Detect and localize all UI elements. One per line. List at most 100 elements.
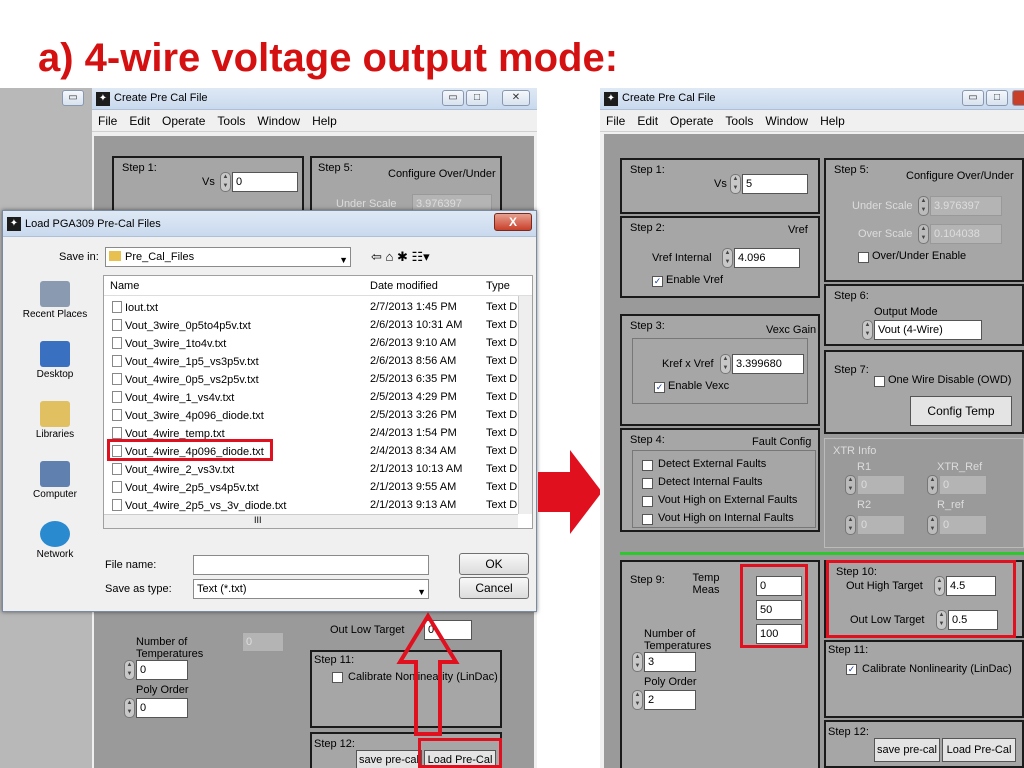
maximize-button[interactable]: □: [986, 90, 1008, 106]
r-ref-input: 0: [939, 515, 987, 535]
r2-spinner: ▲ ▼: [845, 515, 856, 535]
file-type-dropdown[interactable]: Text (*.txt) ▼: [193, 579, 429, 599]
col-date[interactable]: Date modified: [370, 280, 438, 292]
vs-input[interactable]: 5: [742, 174, 808, 194]
r-ref-spinner: ▲ ▼: [927, 515, 938, 535]
file-name-input[interactable]: [193, 555, 429, 575]
vref-spinner[interactable]: ▲ ▼: [722, 248, 733, 268]
menu-bar: File Edit Operate Tools Window Help: [92, 110, 537, 132]
file-row[interactable]: Vout_4wire_2_vs3v.txt 2/1/2013 10:13 AM Te…: [104, 460, 518, 478]
cancel-button[interactable]: Cancel: [459, 577, 529, 599]
step2-box: Step 2: Vref Vref Internal ▲ ▼ 4.096 ✓ En…: [620, 216, 820, 298]
num-temps-input[interactable]: 0: [136, 660, 188, 680]
output-mode-spinner[interactable]: ▲ ▼: [862, 320, 873, 340]
file-type: Text D: [486, 481, 518, 493]
minimize-button[interactable]: ▭: [442, 90, 464, 106]
chevron-down-icon: ▼: [339, 255, 348, 265]
enable-vexc-checkbox[interactable]: ✓: [654, 382, 665, 393]
output-mode-select[interactable]: Vout (4-Wire): [874, 320, 982, 340]
file-row[interactable]: Vout_3wire_1to4v.txt 2/6/2013 9:10 AM Text…: [104, 334, 518, 352]
ok-button[interactable]: OK: [459, 553, 529, 575]
calibrate-checkbox[interactable]: [332, 672, 343, 683]
menu-edit[interactable]: Edit: [631, 110, 664, 132]
fault-checkbox-4[interactable]: [642, 514, 653, 525]
place-network[interactable]: Network: [11, 521, 99, 577]
step7-box: Step 7: One Wire Disable (OWD) Config Te…: [824, 350, 1024, 434]
vs-spinner[interactable]: ▲ ▼: [730, 174, 741, 194]
vref-internal-input[interactable]: 4.096: [734, 248, 800, 268]
menu-tools[interactable]: Tools: [211, 110, 251, 132]
num-temps-spinner[interactable]: ▲ ▼: [632, 652, 643, 672]
place-recent[interactable]: Recent Places: [11, 281, 99, 337]
kref-spinner[interactable]: ▲ ▼: [720, 354, 731, 374]
num-temps-spinner[interactable]: ▲ ▼: [124, 660, 135, 680]
nav-toolbar-icons[interactable]: ⇦ ⌂ ✱ ☷▾: [371, 249, 430, 265]
poly-order-input[interactable]: 2: [644, 690, 696, 710]
step12-box: Step 12: save pre-cal Load Pre-Cal: [824, 720, 1024, 768]
file-row[interactable]: Vout_4wire_0p5_vs2p5v.txt 2/5/2013 6:35 P…: [104, 370, 518, 388]
col-type[interactable]: Type: [486, 280, 510, 292]
close-icon[interactable]: X: [494, 213, 532, 231]
menu-window[interactable]: Window: [251, 110, 306, 132]
file-date: 2/7/2013 1:45 PM: [370, 301, 457, 313]
file-row[interactable]: Vout_3wire_0p5to4p5v.txt 2/6/2013 10:31 A…: [104, 316, 518, 334]
menu-help[interactable]: Help: [814, 110, 851, 132]
num-temps-input[interactable]: 3: [644, 652, 696, 672]
file-type: Text D: [486, 337, 518, 349]
file-row[interactable]: Vout_4wire_2p5_vs_3v_diode.txt 2/1/2013 9…: [104, 496, 518, 514]
under-scale-input: 3.976397: [930, 196, 1002, 216]
place-libraries[interactable]: Libraries: [11, 401, 99, 457]
file-name: Iout.txt: [125, 302, 159, 314]
poly-order-spinner[interactable]: ▲ ▼: [632, 690, 643, 710]
fault-checkbox-3[interactable]: [642, 496, 653, 507]
over-under-enable-checkbox[interactable]: [858, 252, 869, 263]
up-arrow-icon: [396, 612, 460, 736]
enable-vref-checkbox[interactable]: ✓: [652, 276, 663, 287]
file-date: 2/1/2013 10:13 AM: [370, 463, 463, 475]
poly-order-input[interactable]: 0: [136, 698, 188, 718]
kref-input[interactable]: 3.399680: [732, 354, 804, 374]
place-computer[interactable]: Computer: [11, 461, 99, 517]
menu-edit[interactable]: Edit: [123, 110, 156, 132]
save-in-dropdown[interactable]: Pre_Cal_Files ▼: [105, 247, 351, 267]
file-row[interactable]: Vout_3wire_4p096_diode.txt 2/5/2013 3:26 …: [104, 406, 518, 424]
menu-file[interactable]: File: [600, 110, 631, 132]
menu-window[interactable]: Window: [759, 110, 814, 132]
menu-file[interactable]: File: [92, 110, 123, 132]
vs-spinner[interactable]: ▲ ▼: [220, 172, 231, 192]
one-wire-disable-checkbox[interactable]: [874, 376, 885, 387]
fault-checkbox-1[interactable]: [642, 460, 653, 471]
place-desktop[interactable]: Desktop: [11, 341, 99, 397]
vertical-scrollbar[interactable]: [518, 296, 532, 514]
maximize-button[interactable]: □: [466, 90, 488, 106]
save-precal-button[interactable]: save pre-cal: [874, 738, 940, 762]
close-button[interactable]: ✕: [502, 90, 530, 106]
col-name[interactable]: Name: [110, 280, 139, 292]
load-precal-button[interactable]: Load Pre-Cal: [942, 738, 1016, 762]
file-row[interactable]: Vout_4wire_1_vs4v.txt 2/5/2013 4:29 PM Tex…: [104, 388, 518, 406]
file-row[interactable]: Iout.txt 2/7/2013 1:45 PM Text D: [104, 298, 518, 316]
horizontal-scrollbar[interactable]: III: [104, 514, 518, 528]
calibrate-checkbox[interactable]: ✓: [846, 664, 857, 675]
config-temp-button[interactable]: Config Temp: [910, 396, 1012, 426]
menu-bar: File Edit Operate Tools Window Help: [600, 110, 1024, 132]
section-divider: [620, 552, 1024, 555]
step1-box: Step 1: Vs ▲ ▼ 5: [620, 158, 820, 214]
libraries-icon: [40, 401, 70, 427]
menu-operate[interactable]: Operate: [156, 110, 211, 132]
text-file-icon: [112, 301, 122, 313]
minimize-button[interactable]: ▭: [962, 90, 984, 106]
file-row[interactable]: Vout_4wire_2p5_vs4p5v.txt 2/1/2013 9:55 A…: [104, 478, 518, 496]
fault-checkbox-2[interactable]: [642, 478, 653, 489]
close-button[interactable]: [1012, 90, 1024, 106]
vs-input[interactable]: 0: [232, 172, 298, 192]
recent-places-icon: [40, 281, 70, 307]
menu-operate[interactable]: Operate: [664, 110, 719, 132]
poly-order-spinner[interactable]: ▲ ▼: [124, 698, 135, 718]
file-row[interactable]: Vout_4wire_1p5_vs3p5v.txt 2/6/2013 8:56 A…: [104, 352, 518, 370]
bg-minimize-button[interactable]: ▭: [62, 90, 84, 106]
save-precal-button[interactable]: save pre-cal: [356, 750, 422, 768]
menu-help[interactable]: Help: [306, 110, 343, 132]
step6-box: Step 6: Output Mode ▲ ▼ Vout (4-Wire): [824, 284, 1024, 346]
menu-tools[interactable]: Tools: [719, 110, 759, 132]
